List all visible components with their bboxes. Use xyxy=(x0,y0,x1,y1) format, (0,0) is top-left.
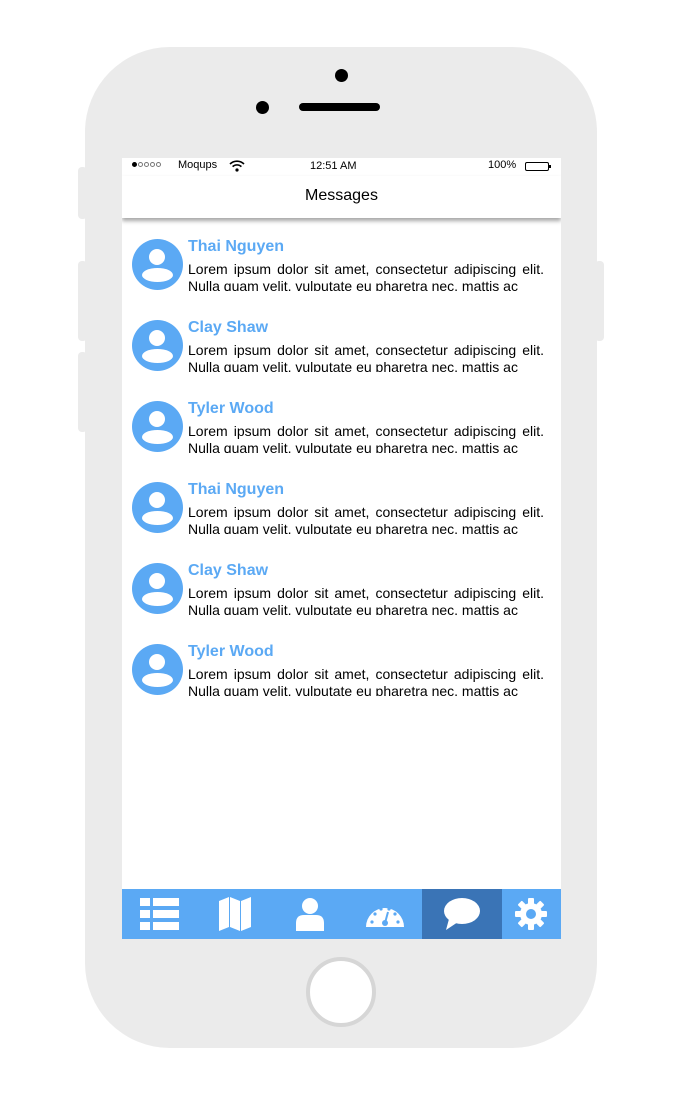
tab-settings[interactable] xyxy=(502,889,560,939)
signal-dot xyxy=(138,162,143,167)
message-list: Thai Nguyen Lorem ipsum dolor sit amet, … xyxy=(122,234,561,720)
signal-dot xyxy=(150,162,155,167)
message-preview: Lorem ipsum dolor sit amet, consectetur … xyxy=(188,666,544,696)
avatar-icon xyxy=(132,482,183,533)
avatar-icon xyxy=(132,563,183,614)
dashboard-icon xyxy=(365,907,404,927)
avatar-icon xyxy=(132,401,183,452)
screen: Moqups 12:51 AM 100% Messages Thai Nguye… xyxy=(122,158,561,939)
message-preview: Lorem ipsum dolor sit amet, consectetur … xyxy=(188,504,544,534)
avatar-icon xyxy=(132,320,183,371)
tab-messages[interactable] xyxy=(422,889,502,939)
signal-dot xyxy=(156,162,161,167)
carrier-label: Moqups xyxy=(178,159,218,171)
message-sender: Tyler Wood xyxy=(188,400,274,417)
message-sender: Clay Shaw xyxy=(188,562,269,579)
message-preview: Lorem ipsum dolor sit amet, consectetur … xyxy=(188,585,544,615)
message-item[interactable]: Tyler Wood Lorem ipsum dolor sit amet, c… xyxy=(122,639,561,720)
tab-bar xyxy=(122,889,561,939)
speaker-grille xyxy=(299,103,380,111)
map-icon xyxy=(218,897,251,931)
avatar-icon xyxy=(132,239,183,290)
message-sender: Clay Shaw xyxy=(188,319,269,336)
mute-switch xyxy=(78,167,87,219)
status-bar: Moqups 12:51 AM 100% xyxy=(122,158,561,176)
message-preview: Lorem ipsum dolor sit amet, consectetur … xyxy=(188,423,544,453)
power-button xyxy=(595,261,604,341)
message-item[interactable]: Clay Shaw Lorem ipsum dolor sit amet, co… xyxy=(122,315,561,396)
chat-icon xyxy=(444,898,480,930)
signal-strength-icon xyxy=(132,162,161,167)
message-item[interactable]: Clay Shaw Lorem ipsum dolor sit amet, co… xyxy=(122,558,561,639)
message-item[interactable]: Tyler Wood Lorem ipsum dolor sit amet, c… xyxy=(122,396,561,477)
message-item[interactable]: Thai Nguyen Lorem ipsum dolor sit amet, … xyxy=(122,234,561,315)
message-preview: Lorem ipsum dolor sit amet, consectetur … xyxy=(188,342,544,372)
message-preview: Lorem ipsum dolor sit amet, consectetur … xyxy=(188,261,544,291)
user-icon xyxy=(295,898,324,931)
volume-down-button xyxy=(78,352,87,432)
navigation-bar: Messages xyxy=(122,176,561,218)
tab-map[interactable] xyxy=(197,889,272,939)
tab-dashboard[interactable] xyxy=(347,889,422,939)
list-icon xyxy=(139,898,179,930)
page-title: Messages xyxy=(305,187,378,204)
message-item[interactable]: Thai Nguyen Lorem ipsum dolor sit amet, … xyxy=(122,477,561,558)
tab-profile[interactable] xyxy=(272,889,347,939)
avatar-icon xyxy=(132,644,183,695)
message-sender: Thai Nguyen xyxy=(188,481,285,498)
tab-list[interactable] xyxy=(122,889,197,939)
camera-icon xyxy=(335,69,348,82)
battery-percentage: 100% xyxy=(488,159,517,171)
battery-icon xyxy=(525,162,551,171)
message-sender: Thai Nguyen xyxy=(188,238,285,255)
home-button[interactable] xyxy=(306,957,376,1027)
status-time: 12:51 AM xyxy=(310,160,357,172)
message-sender: Tyler Wood xyxy=(188,643,274,660)
wifi-icon xyxy=(229,160,245,175)
volume-up-button xyxy=(78,261,87,341)
signal-dot xyxy=(144,162,149,167)
settings-icon xyxy=(515,898,547,930)
sensor-icon xyxy=(256,101,269,114)
signal-dot xyxy=(132,162,137,167)
